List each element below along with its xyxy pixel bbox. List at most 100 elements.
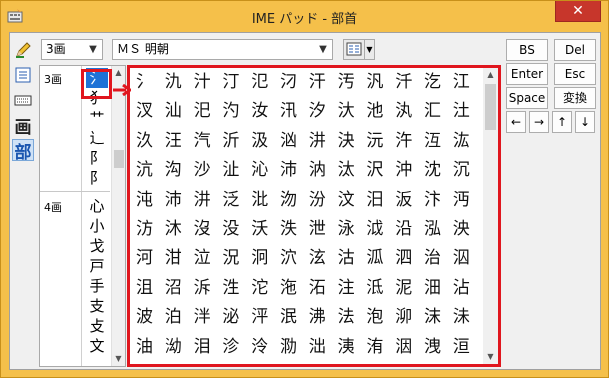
radical-item[interactable]: 阝 bbox=[86, 148, 108, 168]
character-cell[interactable]: 泯 bbox=[276, 305, 301, 329]
character-cell[interactable]: 汕 bbox=[161, 99, 186, 123]
character-cell[interactable]: 汨 bbox=[362, 188, 387, 212]
scroll-up-icon[interactable]: ▲ bbox=[112, 66, 125, 80]
character-cell[interactable]: 沽 bbox=[334, 246, 359, 270]
radical-item[interactable]: 心 bbox=[86, 196, 108, 216]
radical-item[interactable]: 手 bbox=[86, 276, 108, 296]
character-cell[interactable]: 汻 bbox=[391, 129, 416, 153]
arrow-left-button[interactable]: ← bbox=[506, 111, 526, 133]
character-cell[interactable]: 池 bbox=[362, 99, 387, 123]
character-cell[interactable]: 沟 bbox=[161, 158, 186, 182]
character-cell[interactable]: 沿 bbox=[391, 217, 416, 241]
character-grid-scrollbar[interactable]: ▲ ▼ bbox=[483, 68, 498, 364]
character-cell[interactable]: 泒 bbox=[362, 246, 387, 270]
character-cell[interactable]: 汹 bbox=[276, 129, 301, 153]
view-toggle-button[interactable] bbox=[343, 39, 365, 60]
scroll-thumb[interactable] bbox=[114, 150, 124, 168]
character-cell[interactable]: 泌 bbox=[218, 305, 243, 329]
character-cell[interactable]: 汢 bbox=[449, 99, 474, 123]
radical-item[interactable]: 小 bbox=[86, 216, 108, 236]
character-cell[interactable]: 沙 bbox=[190, 158, 215, 182]
radical-item[interactable]: 艹 bbox=[86, 108, 108, 128]
character-cell[interactable]: 洩 bbox=[420, 335, 445, 359]
character-cell[interactable]: 泳 bbox=[334, 217, 359, 241]
character-cell[interactable]: 法 bbox=[334, 305, 359, 329]
character-cell[interactable]: 汍 bbox=[391, 99, 416, 123]
character-cell[interactable]: 決 bbox=[334, 129, 359, 153]
character-cell[interactable]: 汽 bbox=[190, 129, 215, 153]
radical-item[interactable]: 戸 bbox=[86, 256, 108, 276]
character-cell[interactable]: 泆 bbox=[276, 217, 301, 241]
character-cell[interactable]: 泧 bbox=[362, 217, 387, 241]
character-cell[interactable]: 沉 bbox=[449, 158, 474, 182]
character-cell[interactable]: 汗 bbox=[305, 70, 330, 94]
character-cell[interactable]: 泏 bbox=[305, 335, 330, 359]
character-cell[interactable]: 汛 bbox=[276, 99, 301, 123]
character-cell[interactable]: 泩 bbox=[218, 276, 243, 300]
view-options-dropdown[interactable]: ▼ bbox=[365, 39, 375, 60]
character-cell[interactable]: 洟 bbox=[334, 335, 359, 359]
character-cell[interactable]: 泛 bbox=[218, 188, 243, 212]
character-cell[interactable]: 治 bbox=[420, 246, 445, 270]
character-cell[interactable]: 汪 bbox=[161, 129, 186, 153]
character-cell[interactable]: 汭 bbox=[305, 158, 330, 182]
character-cell[interactable]: 泂 bbox=[247, 246, 272, 270]
font-select[interactable]: ＭＳ 明朝 ▼ bbox=[112, 39, 333, 60]
character-cell[interactable]: 汇 bbox=[420, 99, 445, 123]
radical-item[interactable]: 支 bbox=[86, 296, 108, 316]
character-cell[interactable]: 沬 bbox=[449, 305, 474, 329]
character-cell[interactable]: 沖 bbox=[391, 158, 416, 182]
escape-button[interactable]: Esc bbox=[554, 63, 596, 85]
stroke-count-mode-button[interactable]: 画 bbox=[12, 114, 34, 138]
character-cell[interactable]: 泮 bbox=[190, 305, 215, 329]
character-cell[interactable]: 泖 bbox=[391, 305, 416, 329]
character-cell[interactable]: 洇 bbox=[391, 335, 416, 359]
radical-item[interactable]: 阝 bbox=[86, 168, 108, 188]
character-cell[interactable]: 氾 bbox=[247, 70, 272, 94]
character-cell[interactable]: 泄 bbox=[305, 217, 330, 241]
radical-item[interactable]: 辶 bbox=[86, 128, 108, 148]
space-button[interactable]: Space bbox=[506, 87, 548, 109]
character-cell[interactable]: 汝 bbox=[247, 99, 272, 123]
character-cell[interactable]: 没 bbox=[218, 217, 243, 241]
character-cell[interactable]: 沲 bbox=[276, 276, 301, 300]
character-cell[interactable]: 汎 bbox=[362, 70, 387, 94]
character-cell[interactable]: 油 bbox=[132, 335, 157, 359]
character-cell[interactable]: 沮 bbox=[132, 276, 157, 300]
title-bar[interactable]: IME パッド - 部首 ✕ bbox=[1, 1, 608, 32]
scroll-down-icon[interactable]: ▼ bbox=[483, 350, 498, 364]
character-cell[interactable]: 泠 bbox=[247, 335, 272, 359]
character-cell[interactable]: 泔 bbox=[161, 246, 186, 270]
character-list-mode-button[interactable] bbox=[12, 64, 34, 86]
character-cell[interactable]: 波 bbox=[132, 305, 157, 329]
character-cell[interactable]: 汀 bbox=[218, 70, 243, 94]
character-cell[interactable]: 沌 bbox=[132, 188, 157, 212]
character-cell[interactable]: 泙 bbox=[247, 305, 272, 329]
character-cell[interactable]: 沂 bbox=[218, 129, 243, 153]
scroll-down-icon[interactable]: ▼ bbox=[112, 352, 125, 366]
character-cell[interactable]: 沔 bbox=[449, 188, 474, 212]
convert-button[interactable]: 変換 bbox=[554, 87, 596, 109]
character-cell[interactable]: 沒 bbox=[190, 217, 215, 241]
scroll-up-icon[interactable]: ▲ bbox=[483, 68, 498, 82]
character-cell[interactable]: 汐 bbox=[305, 99, 330, 123]
character-cell[interactable]: 泊 bbox=[161, 305, 186, 329]
character-cell[interactable]: 注 bbox=[334, 276, 359, 300]
character-cell[interactable]: 汊 bbox=[132, 99, 157, 123]
radical-list-scrollbar[interactable]: ▲ ▼ bbox=[111, 66, 125, 366]
character-cell[interactable]: 沕 bbox=[276, 188, 301, 212]
character-cell[interactable]: 泅 bbox=[449, 246, 474, 270]
character-cell[interactable]: 汲 bbox=[247, 129, 272, 153]
character-cell[interactable]: 泜 bbox=[362, 276, 387, 300]
character-cell[interactable]: 汸 bbox=[132, 217, 157, 241]
character-cell[interactable]: 汯 bbox=[449, 129, 474, 153]
character-cell[interactable]: 泬 bbox=[276, 246, 301, 270]
character-cell[interactable]: 汘 bbox=[391, 70, 416, 94]
character-cell[interactable]: 沾 bbox=[449, 276, 474, 300]
character-cell[interactable]: 汔 bbox=[420, 70, 445, 94]
character-cell[interactable]: 汜 bbox=[190, 99, 215, 123]
character-cell[interactable]: 沐 bbox=[161, 217, 186, 241]
character-cell[interactable]: 泫 bbox=[305, 246, 330, 270]
arrow-up-button[interactable]: ↑ bbox=[552, 111, 572, 133]
character-cell[interactable]: 沺 bbox=[420, 276, 445, 300]
